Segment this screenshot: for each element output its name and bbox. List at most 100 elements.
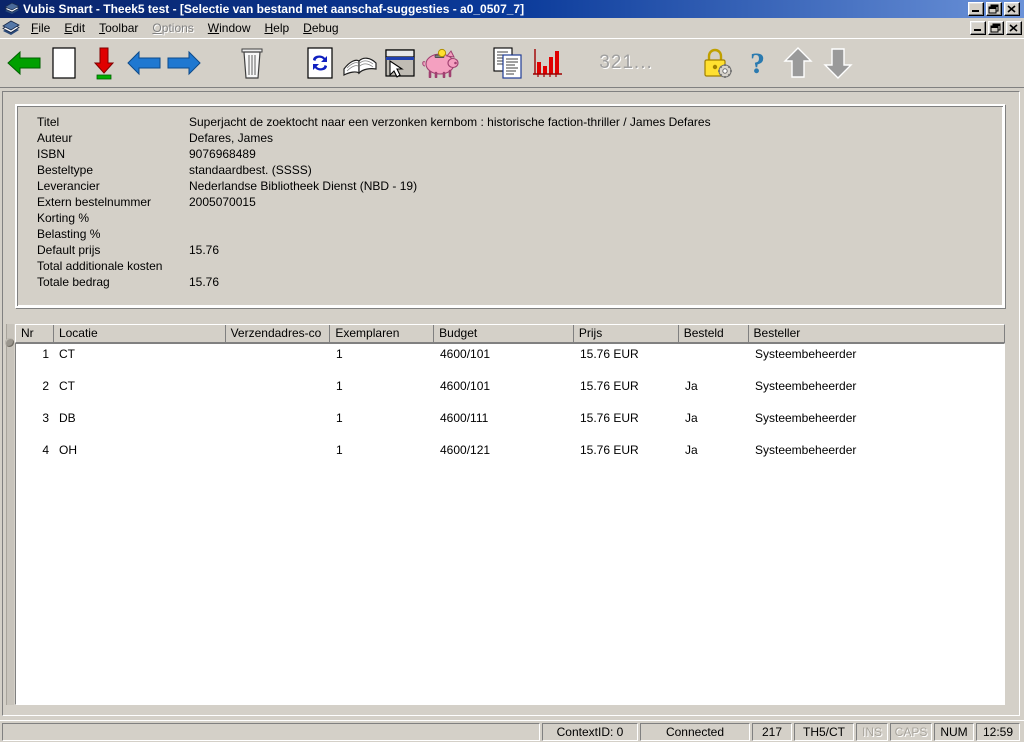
- table-cell-exemplaren: 1: [336, 443, 343, 457]
- minimize-button[interactable]: [968, 2, 984, 16]
- table-cell-locatie: OH: [59, 443, 77, 457]
- books-stack-icon[interactable]: [2, 20, 20, 36]
- table-cell-nr: 4: [42, 443, 49, 457]
- status-bar: ContextID: 0 Connected 217 TH5/CT INS CA…: [0, 720, 1024, 742]
- new-document-icon[interactable]: [44, 41, 84, 85]
- detail-value: 15.76: [189, 243, 220, 257]
- column-header[interactable]: Exemplaren: [330, 325, 435, 342]
- table-body[interactable]: 1 CT 1 4600/101 15.76 EUR Systeembeheerder 2 CT…: [15, 343, 1005, 705]
- detail-label: Belasting %: [37, 227, 101, 241]
- detail-value: Superjacht de zoektocht naar een verzonk…: [189, 115, 711, 129]
- table-cell-besteld: Ja: [685, 443, 698, 457]
- detail-value: Nederlandse Bibliotheek Dienst (NBD - 19…: [189, 179, 418, 193]
- open-book-icon[interactable]: [340, 41, 380, 85]
- table-cell-besteld: Ja: [685, 411, 698, 425]
- menu-help[interactable]: Help: [257, 19, 296, 37]
- refresh-document-icon[interactable]: [300, 41, 340, 85]
- detail-label: Totale bedrag: [37, 275, 110, 289]
- form-frame: Titel Superjacht de zoektocht naar een ve…: [2, 91, 1020, 716]
- help-question-icon[interactable]: ?: [738, 41, 778, 85]
- table-cell-besteller: Systeembeheerder: [755, 411, 857, 425]
- column-header[interactable]: Besteld: [678, 325, 749, 342]
- number-sequence-text: 321...: [599, 52, 653, 73]
- lock-settings-icon[interactable]: [698, 41, 738, 85]
- table-cell-exemplaren: 1: [336, 347, 343, 361]
- mdi-close-button[interactable]: [1006, 20, 1022, 35]
- window-controls-main: [968, 2, 1020, 16]
- table-cell-besteller: Systeembeheerder: [755, 443, 857, 457]
- column-header[interactable]: Besteller: [748, 325, 1005, 342]
- status-ins-indicator: INS: [856, 722, 888, 741]
- status-clock: 12:59: [976, 722, 1020, 741]
- restore-button[interactable]: [986, 2, 1002, 16]
- table-cell-prijs: 15.76 EUR: [580, 411, 639, 425]
- bar-chart-icon[interactable]: [528, 41, 568, 85]
- menu-window[interactable]: Window: [201, 19, 258, 37]
- column-header[interactable]: Verzendadres-co: [225, 325, 331, 342]
- column-header[interactable]: Budget: [434, 325, 574, 342]
- status-num-indicator: NUM: [934, 722, 974, 741]
- select-window-icon[interactable]: [380, 41, 420, 85]
- next-arrow-icon[interactable]: [164, 41, 204, 85]
- menu-options: Options: [152, 20, 194, 35]
- detail-label: Leverancier: [37, 179, 100, 193]
- delete-trash-icon[interactable]: [232, 41, 272, 85]
- mdi-minimize-button[interactable]: [970, 20, 986, 35]
- table-cell-nr: 2: [42, 379, 49, 393]
- piggy-bank-icon[interactable]: [420, 41, 460, 85]
- move-up-arrow-icon[interactable]: [778, 41, 818, 85]
- table-cell-exemplaren: 1: [336, 379, 343, 393]
- status-server: TH5/CT: [794, 722, 854, 741]
- close-button[interactable]: [1004, 2, 1020, 16]
- previous-arrow-icon[interactable]: [124, 41, 164, 85]
- table-cell-budget: 4600/101: [440, 379, 491, 393]
- mdi-restore-button[interactable]: [988, 20, 1004, 35]
- order-detail-panel: Titel Superjacht de zoektocht naar een ve…: [15, 104, 1005, 308]
- table-row[interactable]: 3 DB 1 4600/111 15.76 EUR Ja Systeembeheerder: [16, 410, 1004, 426]
- status-message-pane: [2, 722, 540, 741]
- detail-value: 9076968489: [189, 147, 256, 161]
- detail-label: Default prijs: [37, 243, 101, 257]
- window-controls-mdi: [970, 20, 1022, 35]
- table-cell-locatie: CT: [59, 347, 75, 361]
- table-row[interactable]: 1 CT 1 4600/101 15.76 EUR Systeembeheerder: [16, 346, 1004, 362]
- menu-debug[interactable]: Debug: [296, 19, 345, 37]
- menu-help-rest: elp: [273, 20, 290, 35]
- status-context-id: ContextID: 0: [542, 722, 638, 741]
- download-arrow-icon[interactable]: [84, 41, 124, 85]
- table-cell-budget: 4600/111: [440, 411, 489, 425]
- table-cell-exemplaren: 1: [336, 411, 343, 425]
- table-row[interactable]: 4 OH 1 4600/121 15.76 EUR Ja Systeembeheerder: [16, 442, 1004, 458]
- number-sequence-label: 321...: [596, 41, 656, 85]
- menu-file[interactable]: File: [24, 19, 57, 37]
- menu-file-rest: ile: [38, 20, 51, 35]
- table-row[interactable]: 2 CT 1 4600/101 15.76 EUR Ja Systeembeheerder: [16, 378, 1004, 394]
- table-cell-besteller: Systeembeheerder: [755, 379, 857, 393]
- move-down-arrow-icon[interactable]: [818, 41, 858, 85]
- column-header[interactable]: Nr: [16, 325, 54, 342]
- detail-label: Extern bestelnummer: [37, 195, 152, 209]
- column-header[interactable]: Locatie: [53, 325, 226, 342]
- table-cell-verzendadres: [231, 346, 331, 362]
- menu-edit[interactable]: Edit: [57, 19, 92, 37]
- gutter-track[interactable]: [6, 324, 14, 705]
- window-title-bar[interactable]: Vubis Smart - Theek5 test - [Selectie va…: [0, 0, 1024, 18]
- detail-value: Defares, James: [189, 131, 274, 145]
- mdi-client-area: Titel Superjacht de zoektocht naar een ve…: [0, 89, 1024, 720]
- detail-value: 15.76: [189, 275, 220, 289]
- menu-toolbar[interactable]: Toolbar: [92, 19, 145, 37]
- detail-label: Titel: [37, 115, 60, 129]
- main-toolbar: 321... ?: [0, 38, 1024, 88]
- status-connection: Connected: [640, 722, 750, 741]
- copy-documents-icon[interactable]: [488, 41, 528, 85]
- status-record-count: 217: [752, 722, 792, 741]
- detail-value: 2005070015: [189, 195, 256, 209]
- column-header[interactable]: Prijs: [573, 325, 679, 342]
- back-arrow-icon[interactable]: [4, 41, 44, 85]
- row-marker-dot[interactable]: [5, 338, 14, 347]
- menu-bar: File Edit Toolbar Options Window Help De…: [0, 18, 1024, 38]
- table-cell-budget: 4600/101: [440, 347, 491, 361]
- status-caps-indicator: CAPS: [890, 722, 932, 741]
- table-cell-verzendadres: [231, 410, 331, 426]
- table-cell-besteller: Systeembeheerder: [755, 347, 857, 361]
